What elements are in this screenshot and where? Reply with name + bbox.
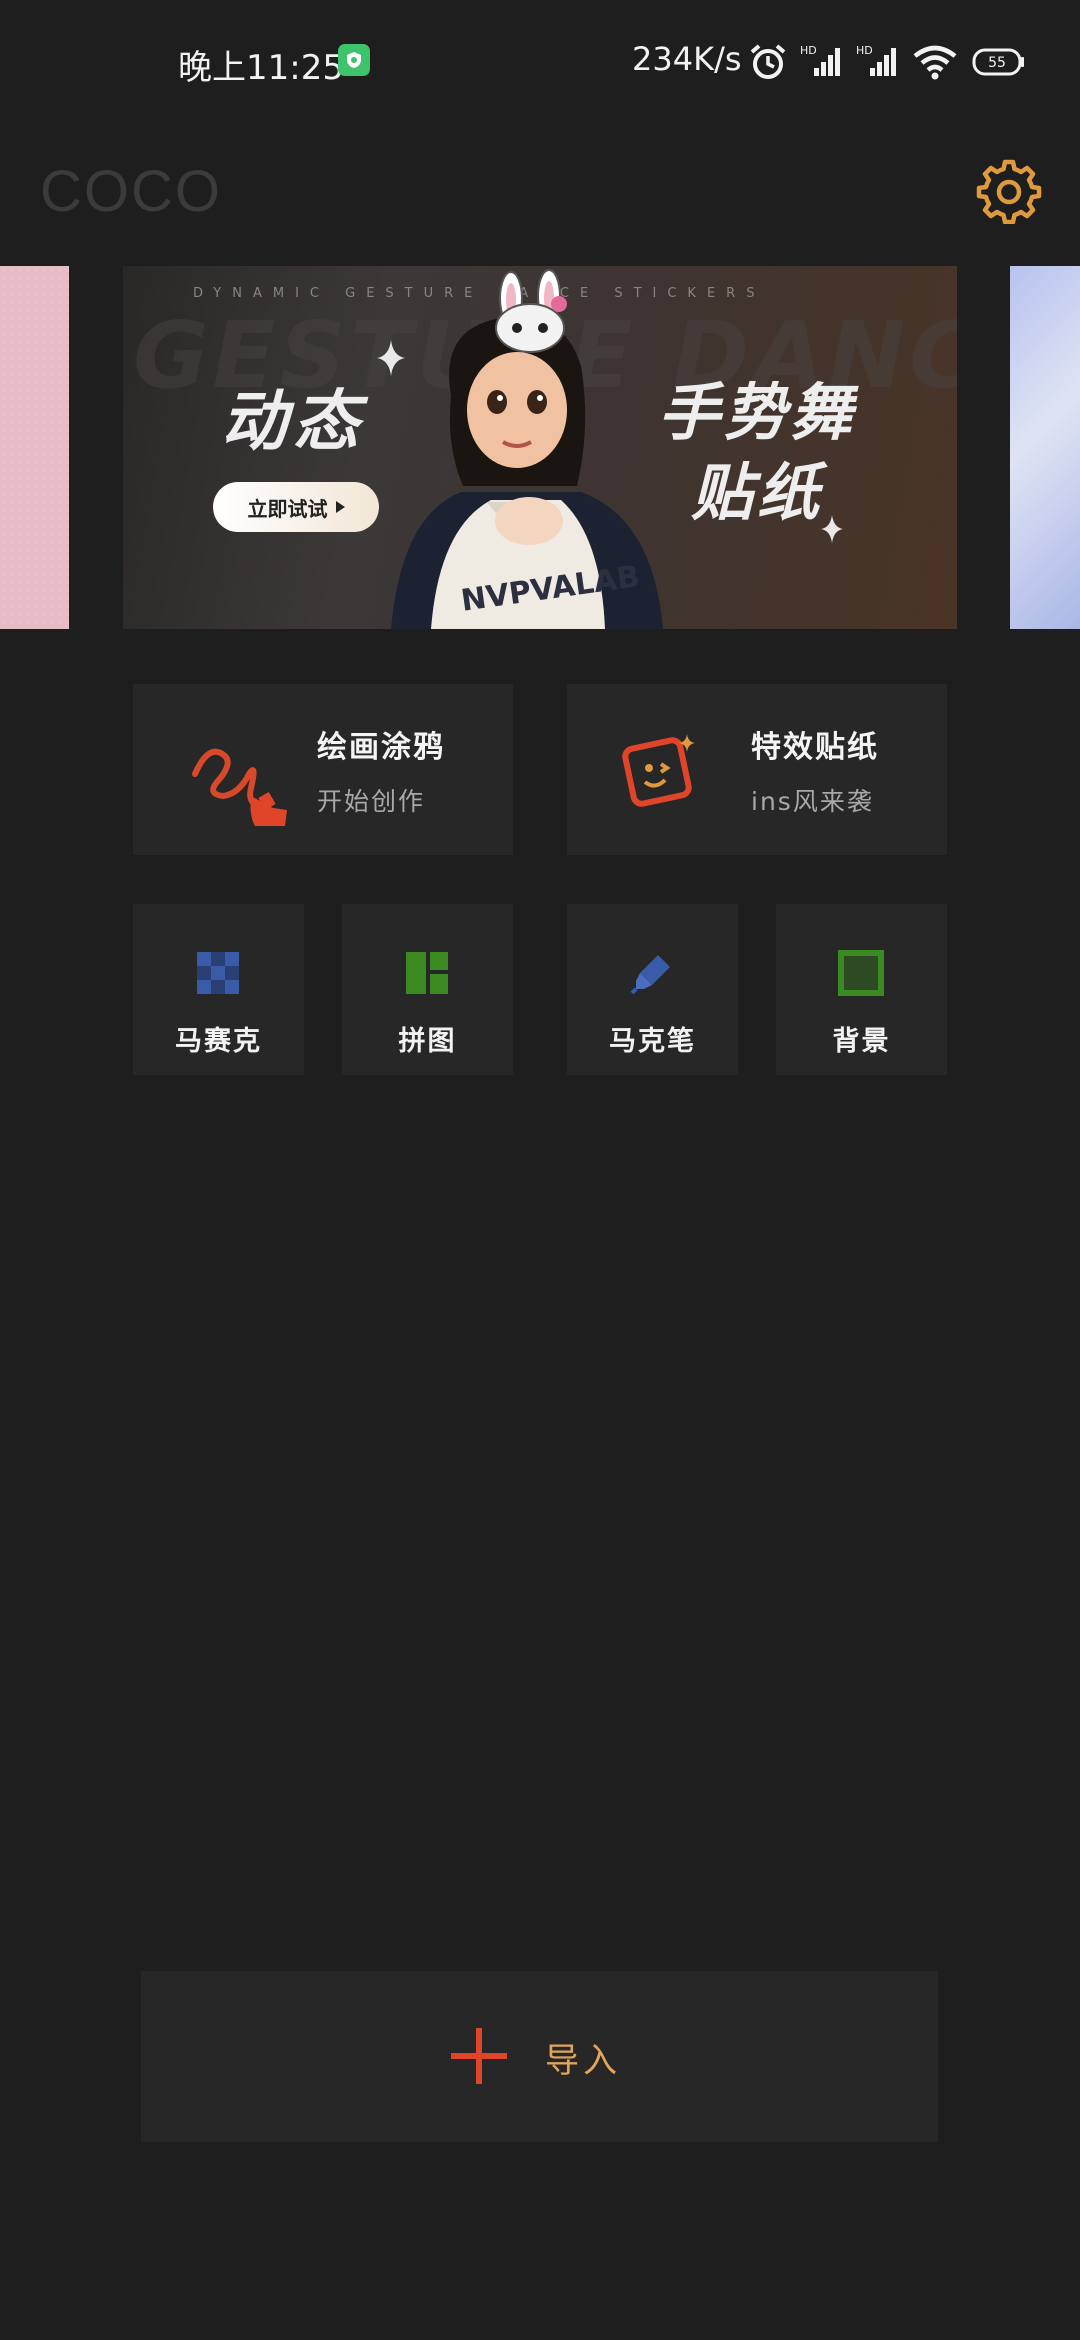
- collage-icon: [406, 952, 448, 994]
- signal-hd-2-icon: HD: [856, 42, 900, 86]
- stickers-card-title: 特效贴纸: [751, 730, 879, 765]
- banner-gesture-dance-stickers[interactable]: GESTURE DANC DYNAMIC GESTURE DANCE STICK…: [123, 266, 957, 629]
- drawing-card-title: 绘画涂鸦: [317, 730, 445, 765]
- mosaic-icon: [197, 952, 239, 994]
- try-now-label: 立即试试: [247, 496, 328, 521]
- tool-marker-label: 马克笔: [609, 1026, 696, 1057]
- wifi-icon: [912, 42, 958, 86]
- tool-collage-label: 拼图: [398, 1026, 457, 1057]
- banner-title-left: 动态: [221, 383, 365, 460]
- effect-stickers-card[interactable]: 特效贴纸 ins风来袭: [567, 684, 947, 855]
- try-now-button[interactable]: 立即试试: [213, 482, 379, 532]
- app-title: COCO: [40, 159, 222, 224]
- alarm-icon: [748, 42, 788, 86]
- tool-mosaic[interactable]: 马赛克: [133, 904, 304, 1075]
- banner-title-right-2: 贴纸: [691, 456, 824, 529]
- app-screen: 晚上11:25 234K/s HD HD 55 COCO GESTURE DAN…: [0, 0, 1080, 2340]
- svg-text:HD: HD: [856, 44, 873, 57]
- plus-icon: [451, 2028, 507, 2084]
- tool-marker[interactable]: 马克笔: [567, 904, 738, 1075]
- drawing-graffiti-card[interactable]: 绘画涂鸦 开始创作: [133, 684, 513, 855]
- status-time: 晚上11:25: [178, 48, 344, 88]
- banner-next-preview[interactable]: [1010, 266, 1080, 629]
- net-speed: 234K/s: [632, 40, 742, 78]
- status-bar: 晚上11:25 234K/s HD HD 55: [0, 0, 1080, 124]
- cartoon-girl-illustration: NVPVALAB: [391, 269, 663, 629]
- sticker-face-icon: [622, 734, 695, 807]
- import-button[interactable]: 导入: [141, 1971, 938, 2142]
- play-triangle-icon: [335, 501, 345, 513]
- battery-icon: 55: [972, 48, 1026, 80]
- svg-text:HD: HD: [800, 44, 817, 57]
- shield-app-icon: [338, 44, 370, 76]
- banner-prev-preview[interactable]: [0, 266, 69, 629]
- tool-mosaic-label: 马赛克: [175, 1026, 262, 1057]
- settings-button[interactable]: [976, 158, 1042, 225]
- scribble-brush-icon: [192, 748, 287, 826]
- marker-icon: [630, 955, 670, 995]
- sparkle-icon: [821, 514, 843, 544]
- gear-icon: [976, 159, 1042, 225]
- tool-collage[interactable]: 拼图: [342, 904, 513, 1075]
- drawing-card-subtitle: 开始创作: [317, 787, 426, 816]
- tool-background[interactable]: 背景: [776, 904, 947, 1075]
- background-square-icon: [838, 950, 884, 996]
- stickers-card-subtitle: ins风来袭: [751, 787, 874, 816]
- signal-hd-1-icon: HD: [800, 42, 844, 86]
- tool-background-label: 背景: [832, 1026, 891, 1057]
- battery-level: 55: [988, 55, 1006, 71]
- import-label: 导入: [545, 2041, 621, 2081]
